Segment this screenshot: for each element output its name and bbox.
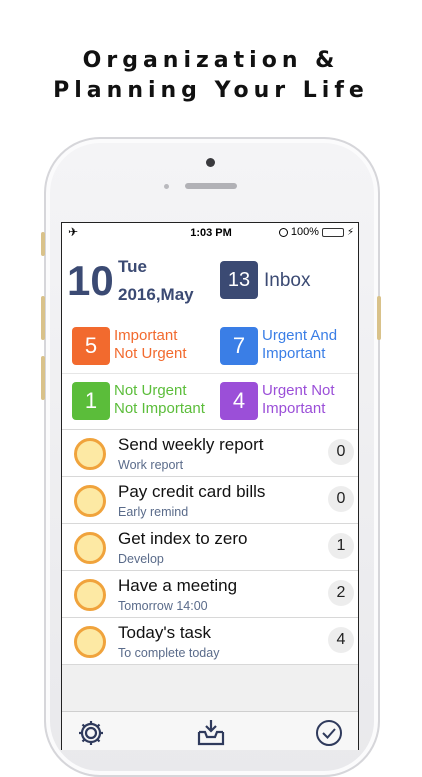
task-complete-toggle[interactable] (74, 532, 106, 564)
task-count-badge: 2 (328, 580, 354, 606)
task-title: Send weekly report (118, 435, 264, 454)
task-row[interactable]: Today's task To complete today 4 (62, 617, 358, 665)
quadrant-count: 7 (220, 327, 258, 365)
phone-volume-up (41, 296, 45, 340)
task-subtitle: To complete today (118, 646, 220, 660)
task-row[interactable]: Send weekly report Work report 0 (62, 429, 358, 476)
quadrant-label-line1: Urgent Not (262, 382, 335, 399)
task-title: Get index to zero (118, 529, 248, 548)
task-title: Pay credit card bills (118, 482, 266, 501)
status-bar: ✈ 1:03 PM 100% ⚡ (62, 223, 358, 243)
task-count-badge: 1 (328, 533, 354, 559)
quadrant-count: 4 (220, 382, 258, 420)
quadrant-label-line2: Important (262, 345, 326, 362)
weekday: Tue (118, 257, 147, 276)
battery-icon (321, 227, 344, 237)
status-right: 100% ⚡ (278, 226, 354, 238)
charging-bolt-icon: ⚡ (346, 226, 354, 238)
task-list: Send weekly report Work report 0 Pay cre… (62, 429, 358, 665)
year-month: 2016,May (118, 285, 194, 304)
quadrant-count: 1 (72, 382, 110, 420)
task-title: Have a meeting (118, 576, 238, 595)
task-complete-toggle[interactable] (74, 579, 106, 611)
headline-line-1: Organization & (82, 48, 340, 73)
front-camera (206, 158, 215, 167)
headline-line-2: Planning Your Life (53, 78, 369, 103)
task-count-badge: 4 (328, 627, 354, 653)
task-row[interactable]: Get index to zero Develop 1 (62, 523, 358, 570)
proximity-sensor (164, 184, 169, 189)
bottom-toolbar (62, 711, 358, 750)
rotation-lock-icon (278, 227, 288, 237)
quadrant-label-line2: Important (262, 400, 326, 417)
inbox-label[interactable]: Inbox (264, 270, 310, 292)
day-number: 10 (67, 257, 114, 304)
gear-icon[interactable] (76, 718, 106, 750)
quadrant-count: 5 (72, 327, 110, 365)
quadrant-divider (62, 373, 358, 374)
phone-power-button (377, 296, 381, 340)
quadrant-label-line1: Urgent And (262, 327, 338, 344)
checkmark-circle-icon[interactable] (314, 718, 344, 750)
task-complete-toggle[interactable] (74, 438, 106, 470)
task-title: Today's task (118, 623, 212, 642)
battery-percent: 100% (290, 226, 319, 238)
date-header: 10 Tue 2016,May 13 Inbox (62, 243, 358, 318)
task-count-badge: 0 (328, 439, 354, 465)
task-row[interactable]: Pay credit card bills Early remind 0 (62, 476, 358, 523)
task-count-badge: 0 (328, 486, 354, 512)
quadrant-label-line1: Important (114, 327, 178, 344)
task-subtitle: Develop (118, 552, 164, 566)
inbox-download-icon[interactable] (195, 718, 227, 750)
phone-mute-switch (41, 232, 45, 256)
quadrant-label-line2: Not Important (114, 400, 205, 417)
earpiece-speaker (185, 183, 237, 189)
quadrant-grid: 5 Important Not Urgent 7 Urgent And Impo… (62, 317, 358, 429)
task-subtitle: Early remind (118, 505, 189, 519)
task-subtitle: Tomorrow 14:00 (118, 599, 208, 613)
inbox-count-badge[interactable]: 13 (220, 261, 258, 299)
quadrant-label-line1: Not Urgent (114, 382, 187, 399)
task-complete-toggle[interactable] (74, 485, 106, 517)
phone-volume-down (41, 356, 45, 400)
task-subtitle: Work report (118, 458, 184, 472)
app-screen: ✈ 1:03 PM 100% ⚡ 10 Tue 2016,May 13 Inbo… (61, 222, 359, 750)
task-complete-toggle[interactable] (74, 626, 106, 658)
task-row[interactable]: Have a meeting Tomorrow 14:00 2 (62, 570, 358, 617)
quadrant-label-line2: Not Urgent (114, 345, 187, 362)
